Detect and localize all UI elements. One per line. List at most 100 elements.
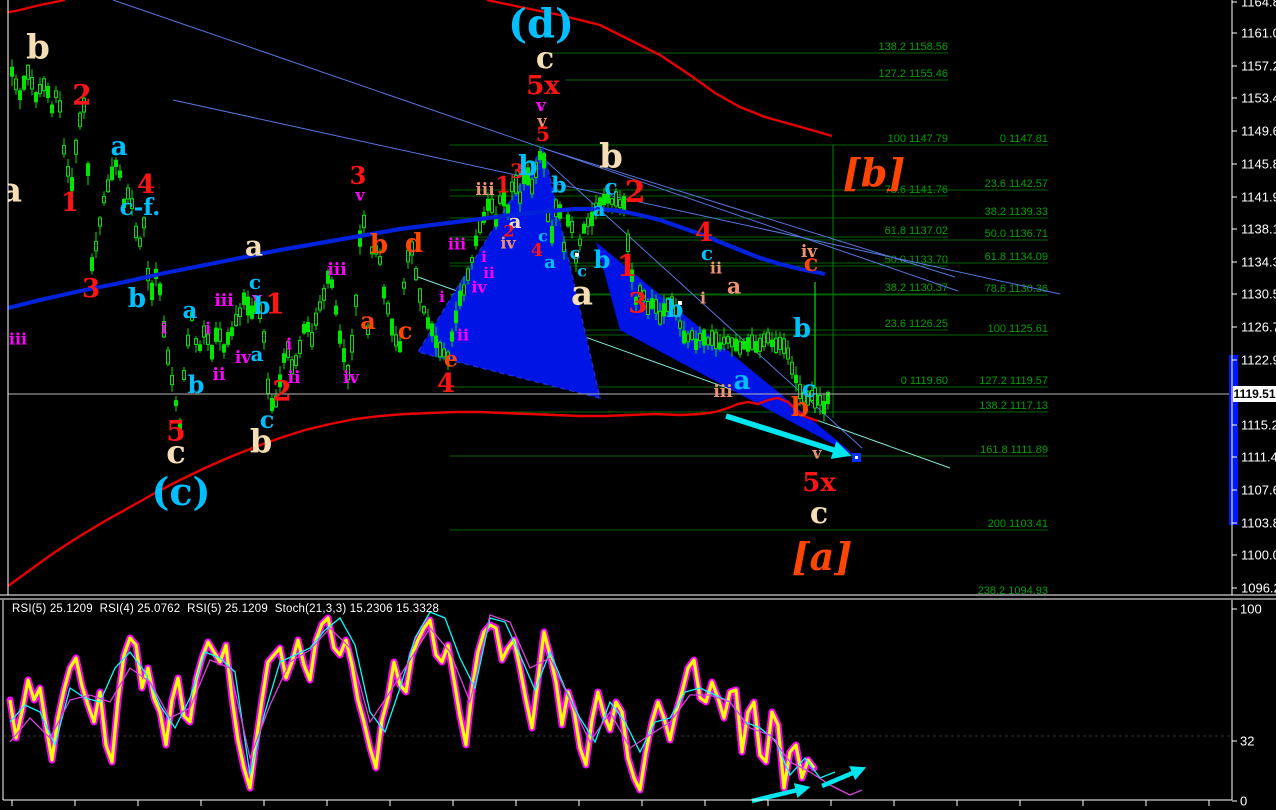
osc-tick: 0: [1240, 794, 1247, 809]
wave-label: iii: [327, 260, 347, 280]
wave-label: a: [245, 230, 263, 263]
price-axis[interactable]: 1164.85 1161.05 1157.25 1153.45 1149.65 1145.…: [1229, 0, 1276, 809]
oscillator-arrow[interactable]: [821, 766, 867, 789]
fib-label: 200 1103.41: [988, 518, 1048, 530]
price-tick: 1164.85: [1241, 0, 1276, 10]
wave-label: iv: [500, 233, 516, 252]
wave-label: ii: [710, 258, 722, 277]
wave-label: 3: [628, 287, 647, 320]
wave-label: i: [161, 318, 167, 337]
wave-label: a: [360, 306, 376, 335]
wave-label: 2: [272, 375, 291, 408]
price-tick: 1107.65: [1241, 483, 1276, 498]
wave-label: b: [793, 314, 811, 344]
oscillator-panel[interactable]: [3, 611, 1232, 804]
price-tick: 1126.75: [1241, 320, 1276, 335]
wave-label: b: [250, 422, 272, 460]
wave-label: iii: [214, 291, 234, 311]
wave-label: 4: [531, 240, 544, 261]
wave-label: b: [128, 284, 146, 314]
wave-label: b: [551, 172, 566, 198]
osc-tick: 32: [1240, 734, 1254, 749]
time-axis[interactable]: [11, 800, 1210, 806]
fib-label: 23.6 1142.57: [985, 178, 1048, 190]
fib-label: 61.8 1137.02: [885, 225, 948, 237]
wave-label: i: [700, 288, 706, 307]
fib-label: 138.2 1117.13: [979, 400, 1048, 412]
fib-label: 50.0 1133.70: [885, 254, 948, 266]
indicator-readout: RSI(5) 25.1209 RSI(4) 25.0762 RSI(5) 25.…: [12, 603, 440, 615]
price-tick: 1153.45: [1241, 91, 1276, 106]
fib-label: 100 1125.61: [988, 323, 1048, 335]
wave-label: v: [354, 185, 365, 204]
chart-canvas[interactable]: 138.2 1158.56127.2 1155.46100 1147.7978.…: [0, 0, 1276, 810]
wave-label: iii: [475, 180, 495, 200]
price-tick: 1130.55: [1241, 287, 1276, 302]
wave-label: a: [111, 132, 128, 162]
wave-label: b: [667, 294, 684, 323]
price-tick: 1161.05: [1241, 26, 1276, 41]
wave-label: c: [398, 316, 413, 345]
wave-label: b: [188, 370, 205, 399]
oscillator-arrow[interactable]: [751, 783, 811, 804]
wave-label: 1: [61, 188, 79, 218]
wave-label: [b]: [843, 150, 906, 195]
fib-label: 23.6 1126.25: [885, 318, 948, 330]
wave-label: a: [544, 252, 556, 273]
wave-label: b: [26, 28, 50, 68]
wave-label: c: [810, 496, 828, 531]
wave-label: iii: [448, 234, 466, 253]
wave-label: i: [439, 288, 445, 306]
wave-label: c: [604, 174, 617, 200]
wave-label: 5: [536, 122, 550, 146]
fib-label: 50.0 1136.71: [985, 228, 1048, 240]
wave-label: iii: [713, 382, 733, 402]
price-tick: 1122.95: [1241, 353, 1276, 368]
fib-label: 138.2 1158.56: [878, 41, 948, 53]
wave-label: 1: [265, 288, 284, 321]
stoch-signal-line: [6, 614, 818, 794]
price-tick: 1134.35: [1241, 255, 1276, 270]
wave-label: 4: [437, 369, 455, 399]
osc-tick: 100: [1240, 602, 1262, 617]
price-tick: 1141.95: [1241, 190, 1276, 205]
wave-label: b: [791, 393, 809, 423]
wave-label: 2: [625, 175, 646, 210]
wave-label: a: [593, 197, 606, 221]
wave-label: 1: [495, 172, 510, 198]
price-tick: 1111.45: [1241, 450, 1276, 465]
wave-label: v: [811, 443, 822, 462]
wave-label: c: [804, 248, 819, 277]
wave-label: a: [0, 171, 22, 211]
current-price-badge: 1119.51: [1233, 386, 1276, 402]
panel-borders: [0, 0, 1276, 801]
wave-label: a: [251, 342, 264, 366]
wave-label: a: [734, 366, 751, 396]
price-tick: 1149.65: [1241, 124, 1276, 139]
wave-label: (c): [151, 469, 210, 514]
fib-label: 0 1147.81: [1000, 133, 1048, 145]
price-tick: 1145.85: [1241, 157, 1276, 172]
wave-label: a: [571, 274, 593, 314]
fib-label: 127.2 1155.46: [878, 68, 948, 80]
price-tick: 1100.05: [1241, 548, 1276, 563]
wave-label: iv: [471, 277, 487, 296]
wave-label: d: [405, 229, 423, 259]
fib-label: 127.2 1119.57: [979, 375, 1048, 387]
wave-label: ii: [457, 325, 469, 344]
wave-label: [a]: [792, 534, 853, 579]
price-tick: 1138.15: [1241, 222, 1276, 237]
fib-label: 100 1147.79: [888, 133, 948, 145]
wave-label: i: [286, 334, 292, 353]
wave-label: b: [518, 150, 538, 183]
wave-label: 2: [72, 79, 91, 112]
panel-divider[interactable]: [0, 594, 1276, 600]
price-tick: 1115.25: [1241, 418, 1276, 433]
wave-label: a: [183, 297, 198, 324]
fib-label: 0 1119.60: [901, 375, 948, 387]
main-chart-area[interactable]: 138.2 1158.56127.2 1155.46100 1147.7978.…: [0, 0, 1232, 597]
trading-chart-window: 138.2 1158.56 127.2 1155.46 100 1147.79 78.…: [0, 0, 1276, 810]
wave-label: a: [727, 273, 741, 299]
wave-label: iii: [9, 329, 27, 348]
wave-label: b: [599, 137, 623, 177]
